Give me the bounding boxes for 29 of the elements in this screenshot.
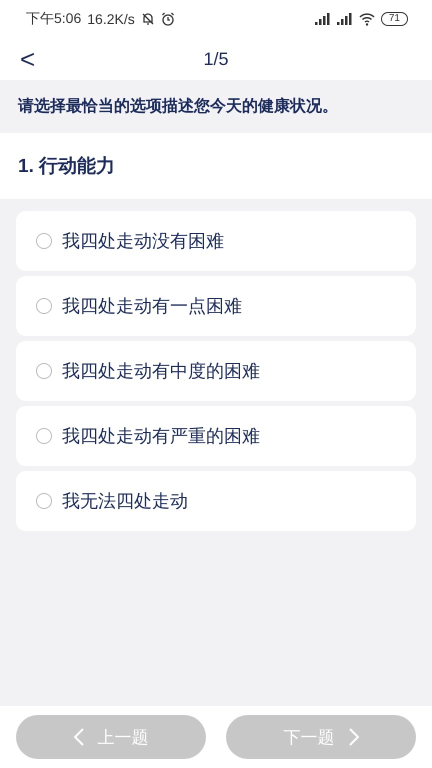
bell-muted-icon [140,12,155,26]
option-label: 我无法四处走动 [62,490,188,513]
instruction-text: 请选择最恰当的选项描述您今天的健康状况。 [16,96,339,117]
chevron-left-icon [74,728,84,746]
radio-button[interactable] [36,428,52,444]
answer-option[interactable]: 我四处走动有中度的困难 [16,341,416,401]
question-title: 1. 行动能力 [0,133,432,199]
answer-option[interactable]: 我四处走动没有困难 [16,211,416,271]
answer-option[interactable]: 我无法四处走动 [16,471,416,531]
network-speed: 16.2K/s [87,11,135,27]
signal-icon [314,13,331,25]
back-button[interactable]: < [16,44,40,74]
radio-button[interactable] [36,363,52,379]
chevron-right-icon [348,728,358,746]
battery-level: 71 [380,12,408,26]
option-label: 我四处走动有一点困难 [62,295,242,318]
option-label: 我四处走动有中度的困难 [62,360,260,383]
answer-option[interactable]: 我四处走动有严重的困难 [16,406,416,466]
option-label: 我四处走动有严重的困难 [62,425,260,448]
answer-option[interactable]: 我四处走动有一点困难 [16,276,416,336]
page-counter: 1/5 [203,48,229,70]
alarm-icon [160,12,175,26]
option-label: 我四处走动没有困难 [62,230,224,253]
radio-button[interactable] [36,493,52,509]
wifi-icon [358,12,375,26]
signal-icon [336,13,353,25]
radio-button[interactable] [36,233,52,249]
status-time: 下午5:06 [26,10,82,28]
radio-button[interactable] [36,298,52,314]
